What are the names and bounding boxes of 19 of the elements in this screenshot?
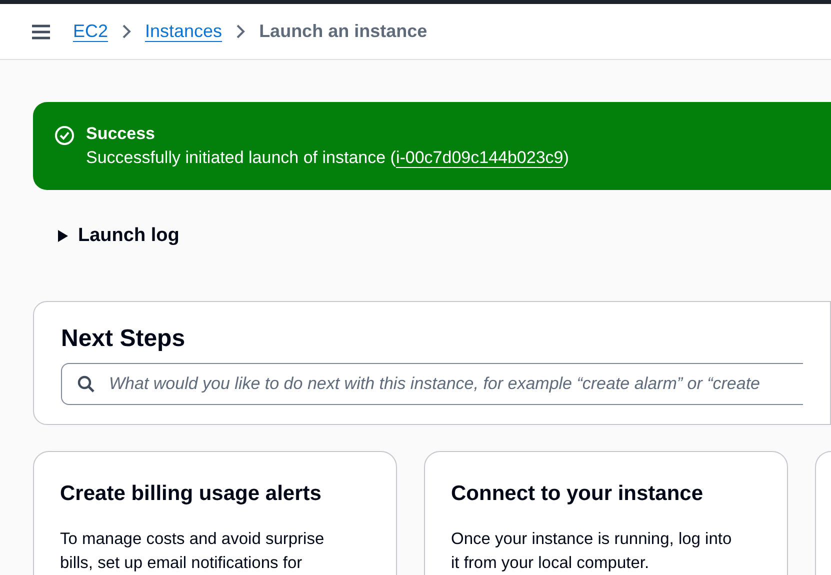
- card-title: Connect to your instance: [451, 480, 704, 506]
- breadcrumb-current: Launch an instance: [259, 20, 428, 43]
- check-circle-icon: [54, 125, 75, 146]
- card-title: Create billing usage alerts: [60, 480, 322, 506]
- search-field[interactable]: What would you like to do next with this instance, for example “create alarm” or “create: [61, 362, 803, 404]
- caret-icon[interactable]: [58, 230, 68, 242]
- card-description: Once your instance is running, log into it from your local computer.: [451, 529, 733, 574]
- instance-id-link[interactable]: i-00c7d09c144b023c9: [396, 148, 564, 167]
- chevron-right-icon: [122, 24, 132, 39]
- panel-title: Next Steps: [61, 324, 186, 354]
- breadcrumb-link[interactable]: Instances: [145, 18, 222, 45]
- card-description: To manage costs and avoid surprise bills, set up email notifications for: [60, 529, 326, 574]
- menu-icon[interactable]: [31, 24, 51, 40]
- search-icon: [77, 374, 95, 392]
- breadcrumb-link[interactable]: EC2: [73, 18, 108, 45]
- banner-title: Success: [86, 124, 155, 144]
- launch-log-toggle[interactable]: Launch log: [78, 222, 180, 250]
- chevron-right-icon: [236, 24, 246, 39]
- banner-message: Successfully initiated launch of instance (i-00c7d09c144b023c9): [86, 147, 569, 169]
